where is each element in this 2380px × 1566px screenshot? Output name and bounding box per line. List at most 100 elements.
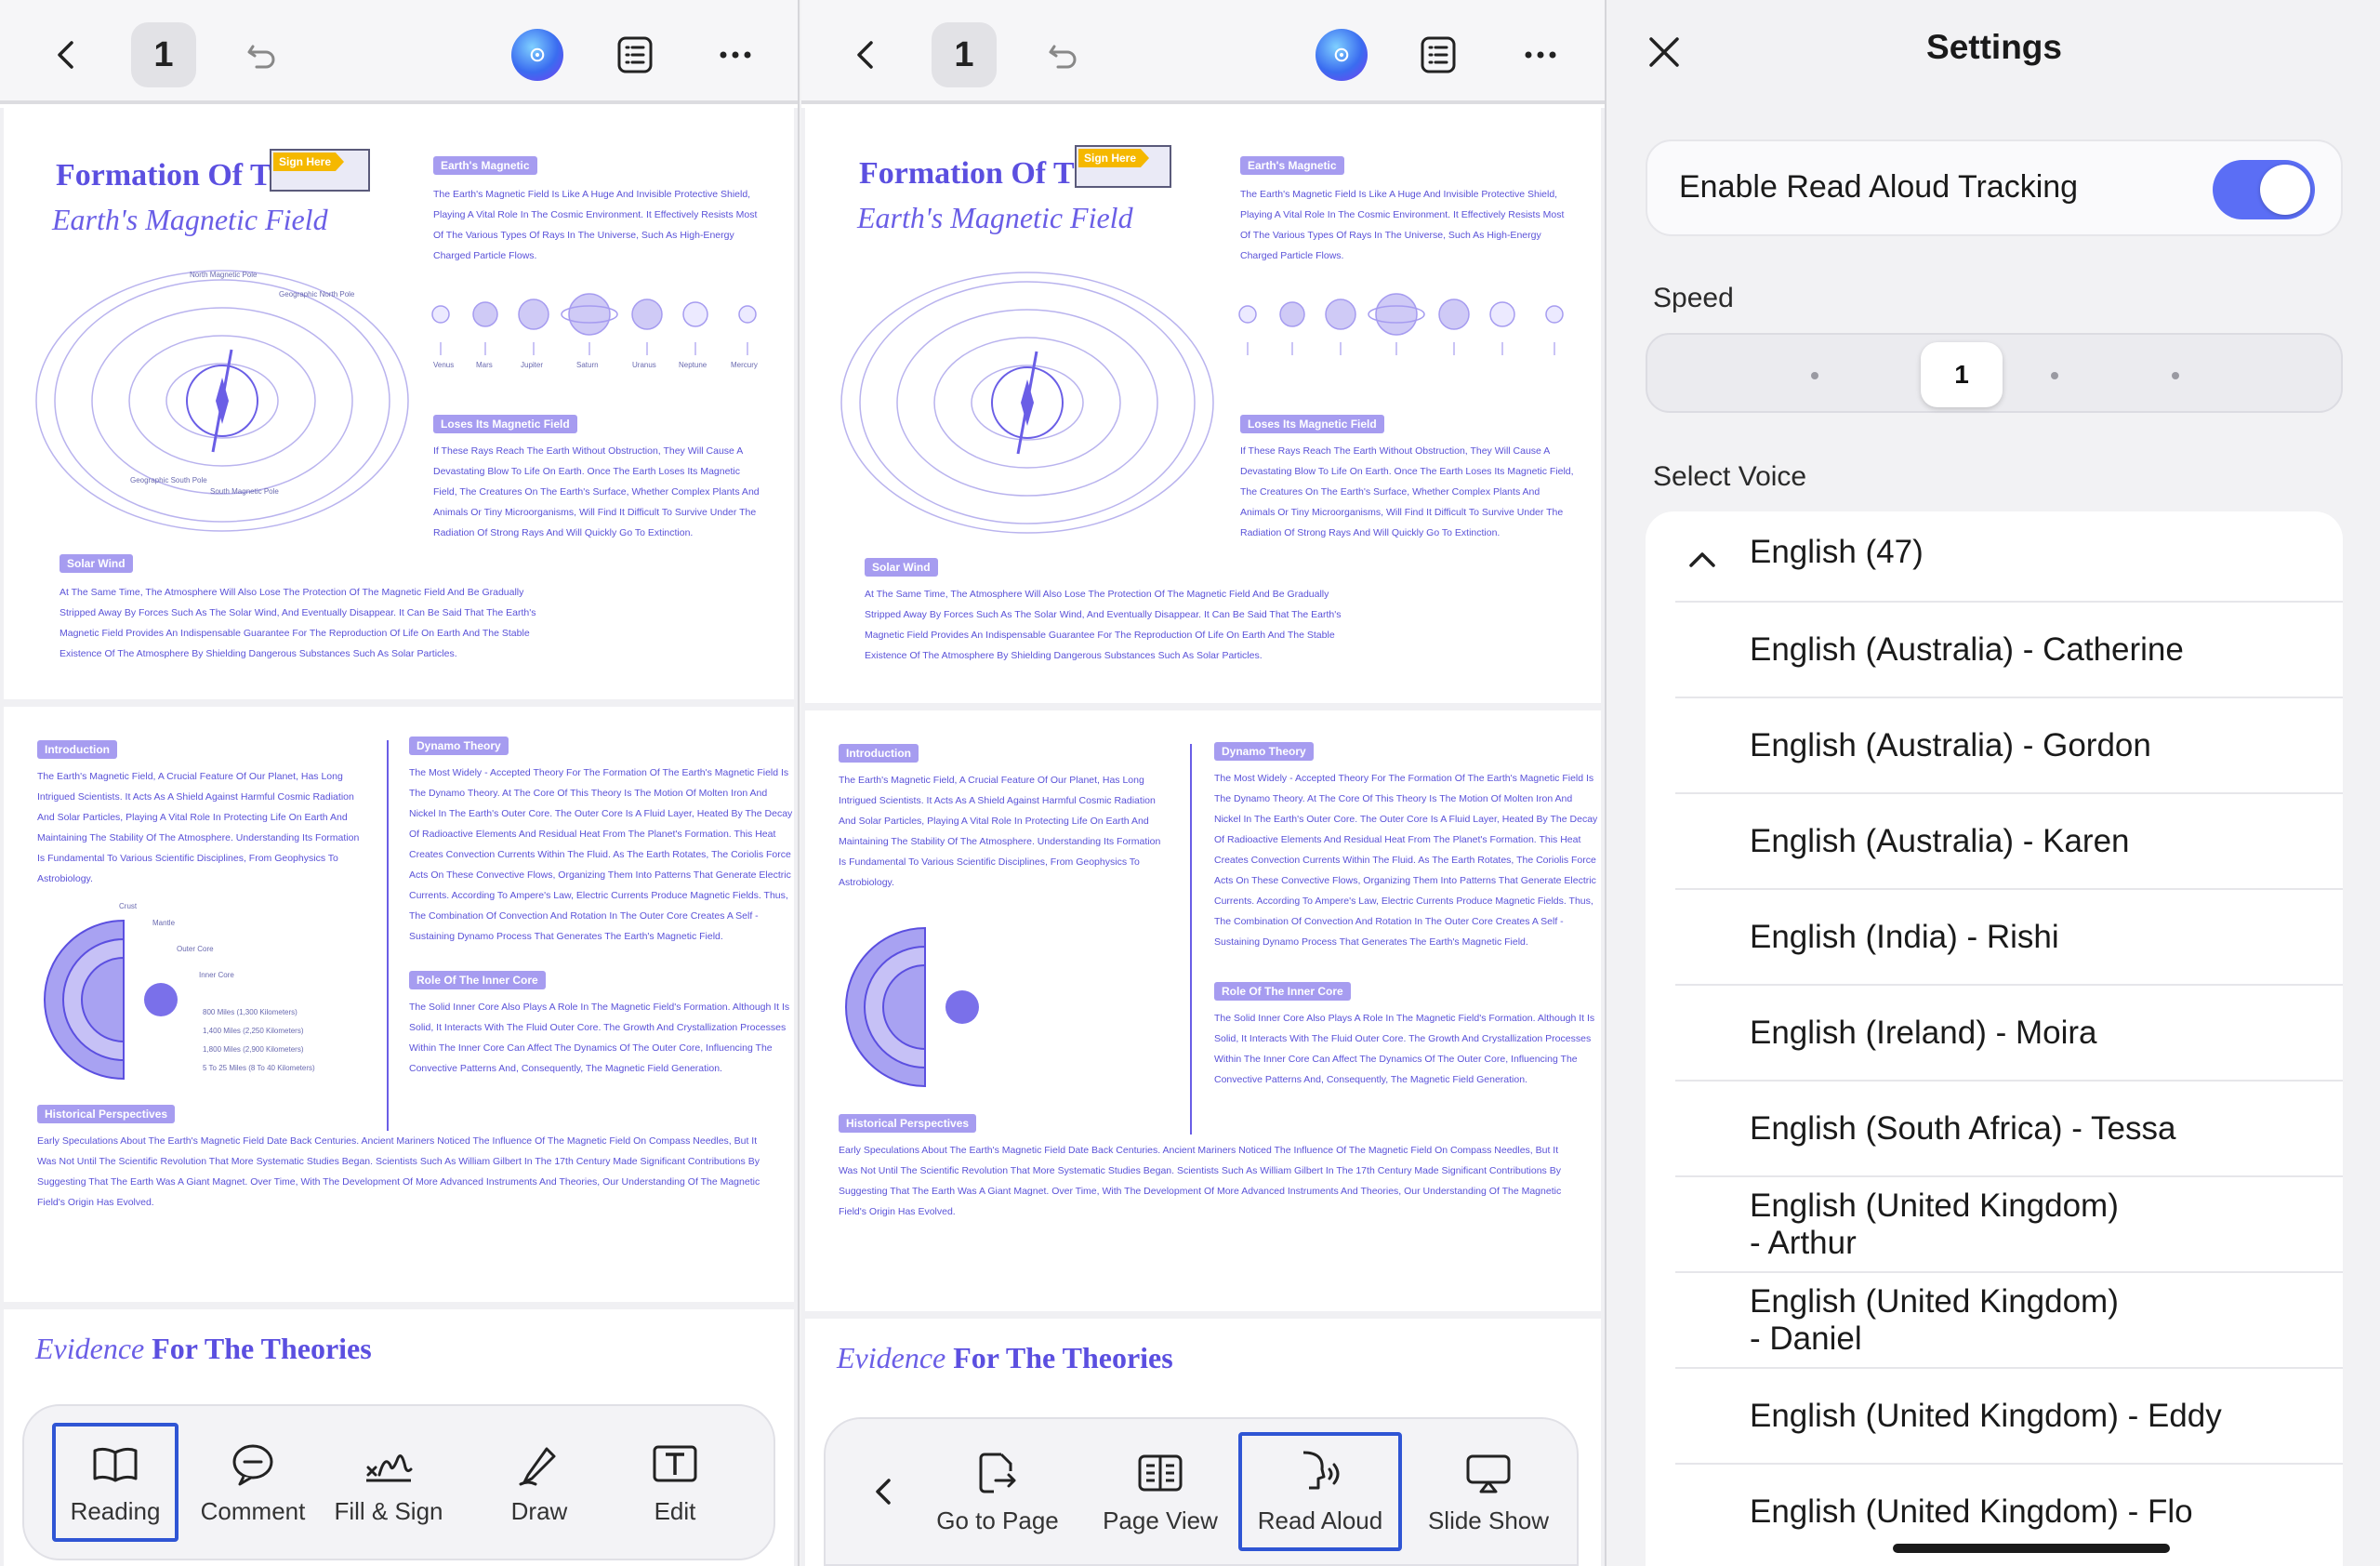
paragraph: The Earth's Magnetic Field, A Crucial Fe…	[37, 771, 360, 884]
voice-item[interactable]: English (South Africa) - Tessa	[1675, 1080, 2343, 1175]
fill-sign-label: Fill & Sign	[334, 1496, 443, 1525]
voice-item[interactable]: English (Australia) - Karen	[1675, 792, 2343, 888]
voice-item[interactable]: English (United Kingdom) - Arthur	[1675, 1175, 2343, 1271]
section-tag: Introduction	[839, 744, 919, 763]
toggle-knob	[2260, 165, 2310, 215]
speed-tick	[1811, 372, 1818, 379]
sign-here-field[interactable]: Sign Here	[270, 149, 370, 192]
edit-text-icon	[653, 1445, 697, 1481]
section-tag: Historical Perspectives	[839, 1114, 977, 1133]
go-to-page-tab[interactable]: Go to Page	[928, 1432, 1067, 1551]
globe-label: North Magnetic Pole	[190, 271, 258, 279]
planets-diagram	[431, 293, 757, 355]
planet-label: Neptune	[679, 361, 707, 369]
document-canvas[interactable]: Formation Of T Sign Here Earth's Magneti…	[801, 108, 1605, 1566]
voice-item[interactable]: English (Ireland) - Moira	[1675, 984, 2343, 1080]
reading-tab[interactable]: Reading	[52, 1423, 178, 1542]
core-distance: 800 Miles (1,300 Kilometers)	[203, 1008, 298, 1016]
page-view-icon	[1138, 1454, 1183, 1491]
more-dots-icon	[1525, 51, 1556, 59]
voice-item[interactable]: English (United Kingdom) - Daniel	[1675, 1271, 2343, 1367]
paragraph: The Solid Inner Core Also Plays A Role I…	[1214, 1013, 1595, 1085]
voice-item[interactable]: English (India) - Rishi	[1675, 888, 2343, 984]
draw-tab[interactable]: Draw	[474, 1423, 604, 1542]
book-icon	[93, 1447, 138, 1481]
ai-assistant-button[interactable]	[505, 22, 570, 87]
voice-name: English (United Kingdom) - Eddy	[1750, 1397, 2222, 1434]
chevron-left-icon	[876, 1479, 891, 1505]
voice-name: English (United Kingdom) - Arthur	[1750, 1187, 2119, 1261]
section-tag: Solar Wind	[865, 558, 938, 577]
more-button[interactable]	[1508, 22, 1573, 87]
document-page: Formation Of T Sign Here Earth's Magneti…	[805, 108, 1601, 703]
speed-value: 1	[1954, 360, 1969, 389]
slide-show-label: Slide Show	[1427, 1506, 1550, 1534]
read-aloud-icon	[1302, 1451, 1340, 1489]
section-tag: Loses Its Magnetic Field	[433, 415, 577, 433]
planets-diagram	[1238, 293, 1564, 355]
toolbar-back-button[interactable]	[855, 1432, 911, 1551]
go-to-page-icon	[979, 1453, 1016, 1493]
core-distance: 1,800 Miles (2,900 Kilometers)	[203, 1045, 304, 1054]
speed-slider[interactable]: 1	[1646, 333, 2343, 413]
select-voice-label: Select Voice	[1653, 461, 1807, 492]
list-icon	[617, 36, 653, 73]
sign-here-tag: Sign Here	[273, 153, 345, 171]
speed-knob[interactable]: 1	[1921, 342, 2003, 407]
planet-label: Jupiter	[521, 361, 544, 369]
earth-layers-diagram	[44, 919, 178, 1081]
voice-group-english[interactable]: English (47)	[1646, 511, 2343, 604]
evidence-heading: Evidence For The Theories	[35, 1332, 372, 1366]
page-number-button[interactable]: 1	[932, 22, 997, 87]
outline-button[interactable]	[602, 22, 668, 87]
comment-tab[interactable]: Comment	[188, 1423, 318, 1542]
document-canvas[interactable]: Formation Of T Sign Here Earth's Magneti…	[0, 108, 798, 1566]
voice-item[interactable]: English (United Kingdom) - Eddy	[1675, 1367, 2343, 1463]
core-label: Mantle	[152, 919, 176, 927]
column-divider	[387, 740, 389, 1131]
back-button[interactable]	[833, 22, 898, 87]
ai-assistant-icon	[511, 29, 563, 81]
planet-label: Mars	[476, 361, 493, 369]
slide-show-tab[interactable]: Slide Show	[1409, 1432, 1567, 1551]
evidence-heading-rest: For The Theories	[953, 1341, 1173, 1374]
more-button[interactable]	[703, 22, 768, 87]
document-page: Introduction The Earth's Magnetic Field,…	[4, 707, 794, 1302]
core-distance: 5 To 25 Miles (8 To 40 Kilometers)	[203, 1064, 315, 1072]
voice-list: English (47) English (Australia) - Cathe…	[1646, 511, 2343, 1566]
home-indicator	[1893, 1544, 2170, 1553]
doc-subtitle: Earth's Magnetic Field	[52, 203, 328, 236]
evidence-heading-italic: Evidence	[35, 1332, 145, 1365]
page-number-button[interactable]: 1	[131, 22, 196, 87]
outline-button[interactable]	[1406, 22, 1471, 87]
section-tag: Dynamo Theory	[409, 737, 509, 755]
voice-name: English (Australia) - Catherine	[1750, 630, 2184, 668]
paragraph: The Earth's Magnetic Field Is Like A Hug…	[1240, 189, 1565, 261]
go-to-page-label: Go to Page	[936, 1506, 1059, 1534]
doc-subtitle: Earth's Magnetic Field	[857, 201, 1133, 234]
planet-label: Venus	[433, 361, 455, 369]
page-number: 1	[153, 34, 174, 74]
chevron-left-icon	[58, 41, 73, 69]
tracking-toggle[interactable]	[2213, 160, 2315, 219]
fill-sign-tab[interactable]: Fill & Sign	[324, 1423, 454, 1542]
section-tag: Loses Its Magnetic Field	[1240, 415, 1384, 433]
section-tag: Introduction	[37, 740, 117, 759]
chevron-up-icon	[1689, 552, 1715, 567]
section-tag: Dynamo Theory	[1214, 742, 1314, 761]
sign-here-field[interactable]: Sign Here	[1075, 145, 1171, 188]
undo-button[interactable]	[229, 22, 294, 87]
core-label: Outer Core	[177, 945, 214, 953]
page-view-tab[interactable]: Page View	[1086, 1432, 1235, 1551]
back-button[interactable]	[33, 22, 99, 87]
ai-assistant-button[interactable]	[1309, 22, 1374, 87]
read-aloud-tab[interactable]: Read Aloud	[1238, 1432, 1402, 1551]
section-tag: Historical Perspectives	[37, 1105, 176, 1123]
voice-item[interactable]: English (Australia) - Catherine	[1675, 601, 2343, 697]
bottom-toolbar: Go to Page Page View Read Aloud Slide Sh…	[824, 1417, 1579, 1566]
signature-icon	[366, 1453, 413, 1481]
edit-tab[interactable]: Edit	[610, 1423, 740, 1542]
undo-button[interactable]	[1030, 22, 1095, 87]
core-label: Inner Core	[199, 971, 234, 979]
voice-item[interactable]: English (Australia) - Gordon	[1675, 697, 2343, 792]
